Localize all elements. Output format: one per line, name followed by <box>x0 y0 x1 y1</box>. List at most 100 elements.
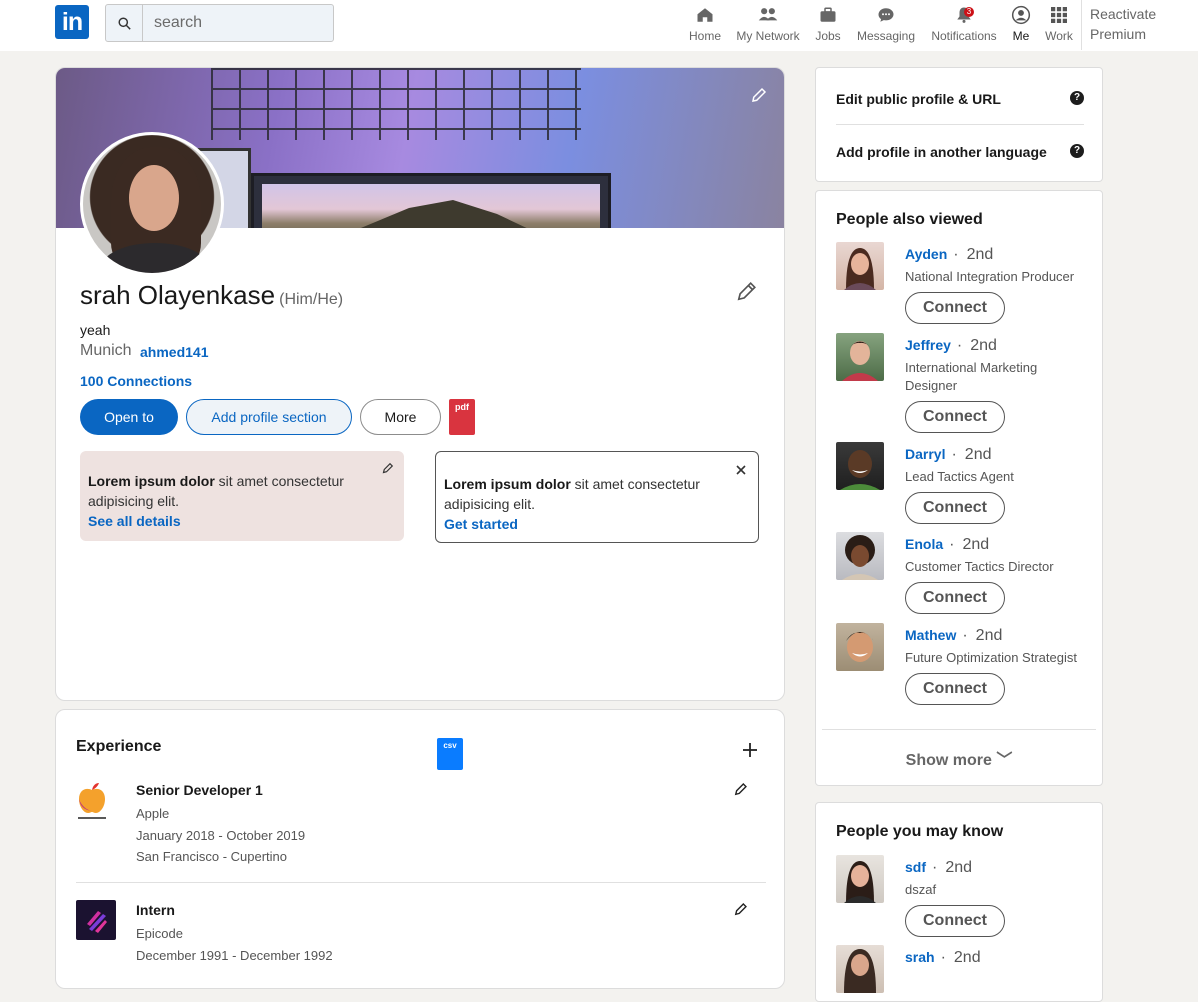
linkedin-logo[interactable]: in <box>55 5 89 39</box>
person-title: dszaf <box>905 882 937 897</box>
connections-link[interactable]: 100 Connections <box>80 373 192 389</box>
notification-badge: 3 <box>964 7 974 17</box>
add-language-profile-label: Add profile in another language <box>836 144 1047 160</box>
nav-home-label: Home <box>688 29 721 43</box>
experience-dates: January 2018 - October 2019 <box>136 828 306 843</box>
connect-button[interactable]: Connect <box>905 582 1005 614</box>
experience-location: San Francisco - Cupertino <box>136 849 288 864</box>
nav-messaging[interactable]: Messaging <box>855 4 917 48</box>
pencil-icon[interactable] <box>382 459 396 474</box>
edit-experience-button[interactable] <box>734 902 750 918</box>
person-avatar[interactable] <box>836 442 884 490</box>
divider <box>836 124 1084 125</box>
connect-button[interactable]: Connect <box>905 492 1005 524</box>
person-avatar[interactable] <box>836 945 884 993</box>
nav-divider <box>1081 0 1082 50</box>
connect-button[interactable]: Connect <box>905 673 1005 705</box>
pencil-icon <box>734 783 747 796</box>
edit-experience-button[interactable] <box>734 782 750 798</box>
show-more-button[interactable]: Show more ﹀ <box>816 746 1102 770</box>
person-name[interactable]: Ayden2nd <box>905 246 993 264</box>
profile-links-card: Edit public profile & URL ? Add profile … <box>815 67 1103 182</box>
edit-banner-button[interactable] <box>746 82 772 108</box>
person-avatar[interactable] <box>836 333 884 381</box>
people-also-viewed-card: People also viewed Ayden2nd National Int… <box>815 190 1103 786</box>
person-name[interactable]: Jeffrey2nd <box>905 337 997 355</box>
profile-handle-link[interactable]: ahmed141 <box>140 344 208 360</box>
add-experience-button[interactable] <box>742 742 760 760</box>
divider <box>822 729 1096 730</box>
person-avatar[interactable] <box>836 855 884 903</box>
person-avatar[interactable] <box>836 242 884 290</box>
person-degree: 2nd <box>949 536 989 553</box>
edit-public-profile-link[interactable]: Edit public profile & URL ? <box>836 91 1084 107</box>
info-card-bold: Lorem ipsum dolor <box>444 476 571 492</box>
person-degree: 2nd <box>953 246 993 263</box>
experience-dates: December 1991 - December 1992 <box>136 948 333 963</box>
profile-headline: yeah <box>80 322 111 338</box>
experience-item: Senior Developer 1 Apple January 2018 - … <box>76 780 766 870</box>
person-degree: 2nd <box>957 337 997 354</box>
home-icon <box>684 4 726 26</box>
banner-grid-decoration <box>211 68 581 140</box>
connect-button[interactable]: Connect <box>905 292 1005 324</box>
nav-me[interactable]: Me <box>1008 4 1034 48</box>
avatar-face <box>129 165 179 231</box>
person-title: Customer Tactics Director <box>905 559 1054 574</box>
banner-monitor-screen <box>262 184 600 228</box>
person-title: International Marketing Designer <box>905 360 1038 393</box>
get-started-link[interactable]: Get started <box>444 514 728 534</box>
person-degree: 2nd <box>932 859 972 876</box>
profile-name-text: srah Olayenkase <box>80 280 276 310</box>
grid-icon <box>1043 4 1075 26</box>
person-degree: 2nd <box>962 627 1002 644</box>
pencil-icon <box>752 87 767 102</box>
user-icon <box>1008 4 1034 26</box>
profile-name: srah Olayenkase (Him/He) <box>80 280 343 311</box>
nav-work-label: Work <box>1045 29 1073 43</box>
experience-item: Intern Epicode December 1991 - December … <box>76 900 766 980</box>
see-all-details-link[interactable]: See all details <box>88 511 374 531</box>
info-card-bold: Lorem ipsum dolor <box>88 473 215 489</box>
nav-notifications[interactable]: 3 Notifications <box>929 4 999 48</box>
help-icon[interactable]: ? <box>1070 91 1084 105</box>
search-input[interactable] <box>144 5 332 41</box>
add-profile-section-button[interactable]: Add profile section <box>186 399 352 435</box>
network-icon <box>734 4 802 26</box>
profile-avatar[interactable] <box>80 132 224 276</box>
help-icon[interactable]: ? <box>1070 144 1084 158</box>
person-avatar[interactable] <box>836 623 884 671</box>
person-name[interactable]: Enola2nd <box>905 536 989 554</box>
profile-card: srah Olayenkase (Him/He) yeah Munich ahme… <box>55 67 785 701</box>
nav-home[interactable]: Home <box>684 4 726 48</box>
person-name[interactable]: srah2nd <box>905 949 981 967</box>
person-name[interactable]: Darryl2nd <box>905 446 992 464</box>
connect-button[interactable]: Connect <box>905 401 1005 433</box>
close-icon[interactable] <box>736 460 748 475</box>
nav-jobs[interactable]: Jobs <box>812 4 844 48</box>
person-name[interactable]: Mathew2nd <box>905 627 1002 645</box>
experience-role: Intern <box>136 902 175 918</box>
messaging-icon <box>855 4 917 26</box>
epicode-logo <box>76 900 116 940</box>
pdf-download-button[interactable]: pdf <box>449 399 475 435</box>
search-box[interactable] <box>105 4 334 42</box>
profile-location: Munich <box>80 342 132 359</box>
experience-divider <box>76 882 766 883</box>
more-button[interactable]: More <box>360 399 441 435</box>
person-avatar[interactable] <box>836 532 884 580</box>
nav-my-network[interactable]: My Network <box>734 4 802 48</box>
reactivate-premium-link[interactable]: Reactivate Premium <box>1090 4 1190 44</box>
connect-button[interactable]: Connect <box>905 905 1005 937</box>
nav-me-label: Me <box>1012 29 1030 43</box>
experience-card: Experience csv Senior Developer 1 Apple … <box>55 709 785 989</box>
nav-notifications-label: Notifications <box>931 29 997 43</box>
csv-download-button[interactable]: csv <box>437 738 463 770</box>
open-to-button[interactable]: Open to <box>80 399 178 435</box>
person-degree: 2nd <box>951 446 991 463</box>
plus-icon <box>743 743 757 757</box>
person-name[interactable]: sdf2nd <box>905 859 972 877</box>
nav-work[interactable]: Work <box>1043 4 1075 48</box>
edit-intro-button[interactable] <box>736 280 760 304</box>
add-language-profile-link[interactable]: Add profile in another language ? <box>836 144 1084 160</box>
